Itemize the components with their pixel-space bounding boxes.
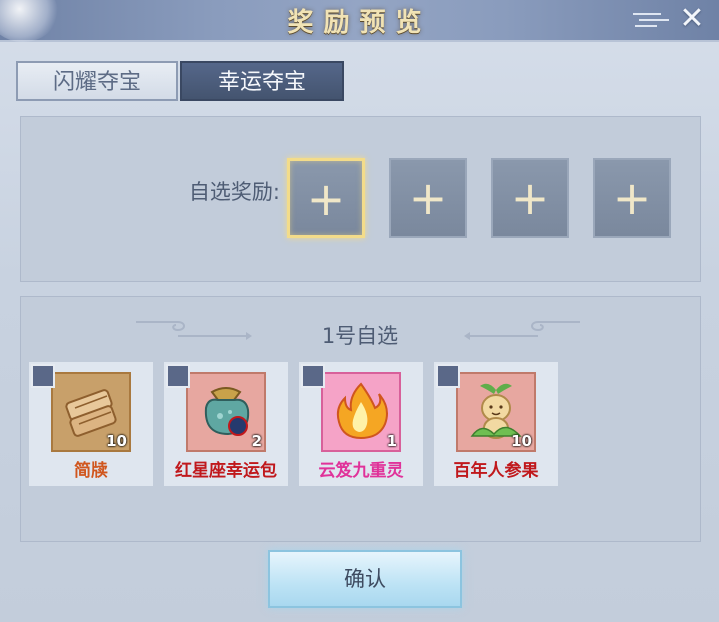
group-title: 1号自选: [321, 324, 399, 348]
item-name: 百年人参果: [453, 461, 539, 481]
select-checkbox[interactable]: [166, 364, 190, 388]
plus-icon: +: [408, 171, 448, 225]
reward-preview-panel: 奖励预览 ✕ 闪耀夺宝 幸运夺宝 自选奖励: + + + + 1号自选 10 简…: [0, 0, 719, 622]
item-name: 云笈九重灵: [318, 461, 404, 481]
reward-item[interactable]: 10 百年人参果: [434, 362, 558, 486]
cloud-flourish-left-icon: [136, 321, 252, 340]
item-count: 1: [386, 432, 397, 450]
tab-lucky-treasure[interactable]: 幸运夺宝: [180, 61, 344, 101]
tab-shining-treasure[interactable]: 闪耀夺宝: [16, 61, 178, 101]
plus-icon: +: [612, 171, 652, 225]
select-checkbox[interactable]: [31, 364, 55, 388]
window-title: 奖励预览: [287, 8, 432, 38]
reward-slot-2[interactable]: +: [389, 158, 467, 238]
reward-slot-3[interactable]: +: [491, 158, 569, 238]
plus-icon: +: [306, 172, 346, 226]
item-count: 10: [511, 432, 532, 450]
reward-item[interactable]: 1 云笈九重灵: [299, 362, 423, 486]
reward-slot-4[interactable]: +: [593, 158, 671, 238]
item-count: 2: [251, 432, 262, 450]
select-checkbox[interactable]: [436, 364, 460, 388]
close-icon[interactable]: ✕: [675, 2, 709, 36]
select-checkbox[interactable]: [301, 364, 325, 388]
plus-icon: +: [510, 171, 550, 225]
item-count: 10: [106, 432, 127, 450]
item-name: 简牍: [74, 461, 108, 481]
cloud-flourish-right-icon: [464, 321, 580, 340]
selected-rewards-label: 自选奖励:: [188, 180, 280, 204]
confirm-button[interactable]: 确认: [268, 550, 462, 608]
reward-slot-1[interactable]: +: [287, 158, 365, 238]
item-name: 红星座幸运包: [175, 461, 277, 481]
reward-item[interactable]: 2 红星座幸运包: [164, 362, 288, 486]
reward-item[interactable]: 10 简牍: [29, 362, 153, 486]
cloud-lines-icon: [633, 13, 669, 27]
title-bar: 奖励预览 ✕: [0, 0, 719, 42]
